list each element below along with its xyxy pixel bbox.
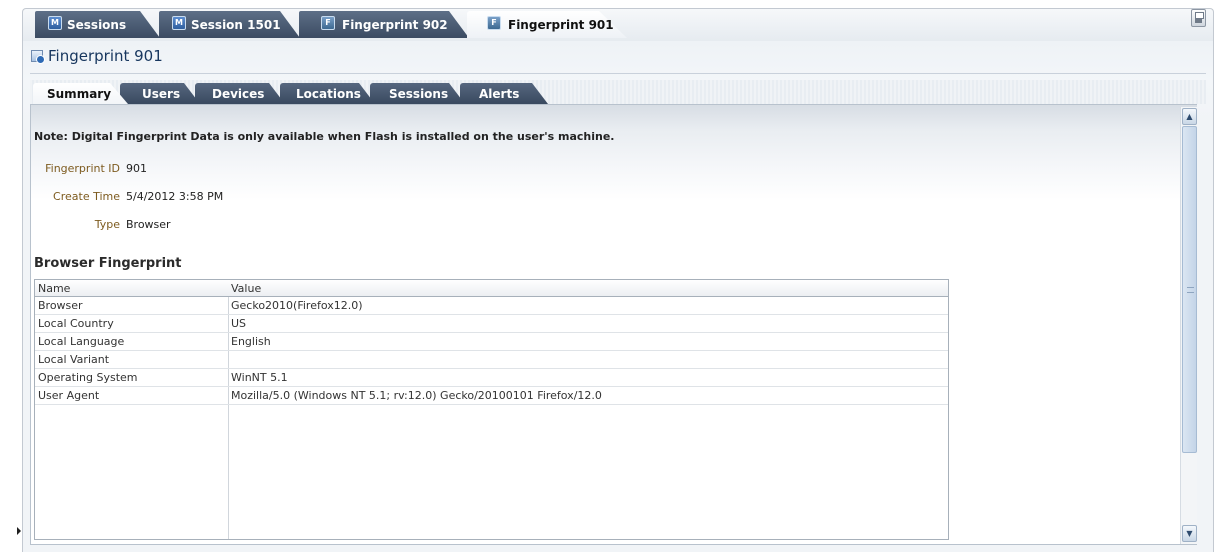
create-time-value: 5/4/2012 3:58 PM — [126, 190, 224, 203]
fingerprint-table: Name Value Browser Gecko2010(Firefox12.0… — [34, 279, 949, 540]
tab-session-1501[interactable]: M Session 1501 — [159, 11, 300, 38]
divider — [30, 73, 1206, 74]
cell-value: WinNT 5.1 — [231, 371, 288, 384]
expand-panel-icon[interactable] — [17, 523, 21, 541]
cell-value: US — [231, 317, 247, 330]
table-row[interactable]: Local Language English — [35, 333, 948, 351]
table-row[interactable]: Operating System WinNT 5.1 — [35, 369, 948, 387]
cell-value: Gecko2010(Firefox12.0) — [231, 299, 363, 312]
tab-label: Sessions — [67, 18, 127, 32]
create-time-label: Create Time — [53, 190, 120, 203]
scroll-down-icon[interactable]: ▼ — [1182, 525, 1197, 542]
cell-name: Local Country — [38, 317, 114, 330]
detach-icon[interactable] — [1191, 9, 1206, 27]
vertical-scrollbar[interactable]: ▲ ▼ — [1180, 107, 1197, 544]
fingerprint-icon: F — [321, 16, 335, 30]
table-header: Name Value — [35, 280, 948, 297]
cell-name: Local Variant — [38, 353, 110, 366]
page-title-text: Fingerprint 901 — [48, 47, 163, 65]
tab-fingerprint-901[interactable]: F Fingerprint 901 — [467, 11, 627, 38]
type-label: Type — [94, 218, 120, 231]
tab-label: Summary — [47, 87, 112, 101]
table-row[interactable]: Local Variant — [35, 351, 948, 369]
tab-label: Fingerprint 901 — [508, 18, 614, 32]
scroll-up-icon[interactable]: ▲ — [1182, 108, 1197, 125]
tab-summary[interactable]: Summary — [33, 83, 128, 104]
page-title: Fingerprint 901 — [30, 47, 163, 65]
cell-name: Browser — [38, 299, 83, 312]
tab-label: Users — [142, 87, 181, 101]
tab-fingerprint-902[interactable]: F Fingerprint 902 — [299, 11, 469, 38]
tab-label: Fingerprint 902 — [342, 18, 448, 32]
cell-name: Operating System — [38, 371, 138, 384]
tab-sessions-sub[interactable]: Sessions — [370, 83, 465, 104]
fingerprint-id-label: Fingerprint ID — [45, 162, 120, 175]
table-row[interactable]: User Agent Mozilla/5.0 (Windows NT 5.1; … — [35, 387, 948, 405]
tab-label: Alerts — [479, 87, 520, 101]
tab-users[interactable]: Users — [120, 83, 200, 104]
cell-value — [228, 351, 234, 368]
section-title: Browser Fingerprint — [34, 256, 182, 271]
grip-icon — [1187, 287, 1194, 293]
flash-note: Note: Digital Fingerprint Data is only a… — [34, 130, 615, 143]
table-row[interactable]: Local Country US — [35, 315, 948, 333]
fingerprint-icon: F — [487, 16, 501, 30]
tab-label: Locations — [296, 87, 361, 101]
cell-value: English — [231, 335, 271, 348]
tab-sessions[interactable]: M Sessions — [35, 11, 160, 38]
tab-locations[interactable]: Locations — [280, 83, 375, 104]
tab-label: Sessions — [389, 87, 449, 101]
cell-value: Mozilla/5.0 (Windows NT 5.1; rv:12.0) Ge… — [231, 389, 602, 402]
tab-label: Session 1501 — [191, 18, 281, 32]
cell-name: User Agent — [38, 389, 100, 402]
tab-alerts[interactable]: Alerts — [460, 83, 548, 104]
table-row[interactable]: Browser Gecko2010(Firefox12.0) — [35, 297, 948, 315]
column-header-value[interactable]: Value — [228, 280, 948, 296]
session-icon: M — [172, 16, 186, 30]
scroll-thumb[interactable] — [1182, 126, 1197, 453]
tab-label: Devices — [212, 87, 265, 101]
column-header-name[interactable]: Name — [35, 280, 228, 296]
fingerprint-id-value: 901 — [126, 162, 147, 175]
tab-devices[interactable]: Devices — [195, 83, 285, 104]
cell-name: Local Language — [38, 335, 125, 348]
session-icon: M — [48, 16, 62, 30]
type-value: Browser — [126, 218, 171, 231]
